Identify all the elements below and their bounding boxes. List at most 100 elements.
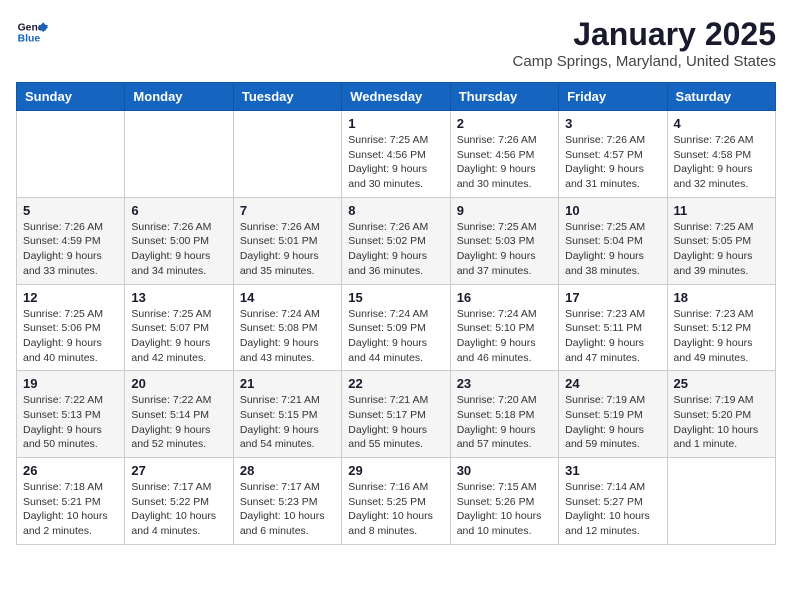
day-number: 9 [457, 203, 552, 218]
day-number: 30 [457, 463, 552, 478]
day-number: 15 [348, 290, 443, 305]
day-info: Sunrise: 7:16 AM Sunset: 5:25 PM Dayligh… [348, 480, 443, 539]
day-info: Sunrise: 7:26 AM Sunset: 4:57 PM Dayligh… [565, 133, 660, 192]
day-number: 31 [565, 463, 660, 478]
calendar-cell: 4Sunrise: 7:26 AM Sunset: 4:58 PM Daylig… [667, 111, 775, 198]
calendar-cell: 14 Sunrise: 7:24 AM Sunset: 5:08 PM Dayli… [233, 284, 341, 371]
calendar-cell [233, 111, 341, 198]
day-number: 3 [565, 116, 660, 131]
month-title: January 2025 [513, 16, 776, 53]
calendar-week-row: 12 Sunrise: 7:25 AM Sunset: 5:06 PM Dayli… [17, 284, 776, 371]
location: Camp Springs, Maryland, United States [513, 53, 776, 70]
day-info: Sunrise: 7:23 AM Sunset: 5:12 PM Dayligh… [674, 307, 769, 366]
day-info: Sunrise: 7:24 AM Sunset: 5:09 PM Dayligh… [348, 307, 443, 366]
day-number: 29 [348, 463, 443, 478]
calendar-cell: 8Sunrise: 7:26 AM Sunset: 5:02 PM Daylig… [342, 197, 450, 284]
day-info: Sunrise: 7:17 AM Sunset: 5:22 PM Dayligh… [131, 480, 226, 539]
day-number: 21 [240, 376, 335, 391]
day-info: Sunrise: 7:22 AM Sunset: 5:13 PM Dayligh… [23, 393, 118, 452]
day-number: 1 [348, 116, 443, 131]
calendar-cell: 3 Sunrise: 7:26 AM Sunset: 4:57 PM Daylig… [559, 111, 667, 198]
day-info: Sunrise: 7:26 AM Sunset: 4:58 PM Dayligh… [674, 133, 769, 192]
calendar-cell: 2 Sunrise: 7:26 AM Sunset: 4:56 PM Daylig… [450, 111, 558, 198]
weekday-header: Friday [559, 83, 667, 111]
weekday-header: Saturday [667, 83, 775, 111]
calendar-cell: 6Sunrise: 7:26 AM Sunset: 5:00 PM Daylig… [125, 197, 233, 284]
day-info: Sunrise: 7:21 AM Sunset: 5:15 PM Dayligh… [240, 393, 335, 452]
calendar-cell: 16 Sunrise: 7:24 AM Sunset: 5:10 PM Dayli… [450, 284, 558, 371]
day-number: 18 [674, 290, 769, 305]
day-number: 17 [565, 290, 660, 305]
day-info: Sunrise: 7:25 AM Sunset: 5:05 PM Dayligh… [674, 220, 769, 279]
day-number: 26 [23, 463, 118, 478]
day-info: Sunrise: 7:26 AM Sunset: 5:00 PM Dayligh… [131, 220, 226, 279]
day-info: Sunrise: 7:20 AM Sunset: 5:18 PM Dayligh… [457, 393, 552, 452]
day-number: 25 [674, 376, 769, 391]
calendar-cell [667, 458, 775, 545]
day-number: 2 [457, 116, 552, 131]
day-info: Sunrise: 7:26 AM Sunset: 4:59 PM Dayligh… [23, 220, 118, 279]
logo: General Blue [16, 16, 48, 48]
logo-icon: General Blue [16, 16, 48, 48]
day-info: Sunrise: 7:25 AM Sunset: 5:03 PM Dayligh… [457, 220, 552, 279]
day-number: 10 [565, 203, 660, 218]
day-info: Sunrise: 7:24 AM Sunset: 5:10 PM Dayligh… [457, 307, 552, 366]
day-number: 13 [131, 290, 226, 305]
title-block: January 2025 Camp Springs, Maryland, Uni… [513, 16, 776, 70]
day-info: Sunrise: 7:21 AM Sunset: 5:17 PM Dayligh… [348, 393, 443, 452]
day-info: Sunrise: 7:25 AM Sunset: 4:56 PM Dayligh… [348, 133, 443, 192]
calendar-cell: 23 Sunrise: 7:20 AM Sunset: 5:18 PM Dayli… [450, 371, 558, 458]
day-info: Sunrise: 7:26 AM Sunset: 5:01 PM Dayligh… [240, 220, 335, 279]
day-number: 7 [240, 203, 335, 218]
day-number: 28 [240, 463, 335, 478]
day-number: 27 [131, 463, 226, 478]
day-info: Sunrise: 7:23 AM Sunset: 5:11 PM Dayligh… [565, 307, 660, 366]
weekday-header: Thursday [450, 83, 558, 111]
day-number: 11 [674, 203, 769, 218]
calendar-cell: 26Sunrise: 7:18 AM Sunset: 5:21 PM Dayli… [17, 458, 125, 545]
day-info: Sunrise: 7:24 AM Sunset: 5:08 PM Dayligh… [240, 307, 335, 366]
calendar-week-row: 26Sunrise: 7:18 AM Sunset: 5:21 PM Dayli… [17, 458, 776, 545]
day-number: 24 [565, 376, 660, 391]
day-number: 8 [348, 203, 443, 218]
calendar-cell: 9 Sunrise: 7:25 AM Sunset: 5:03 PM Daylig… [450, 197, 558, 284]
calendar-cell: 12 Sunrise: 7:25 AM Sunset: 5:06 PM Dayli… [17, 284, 125, 371]
day-info: Sunrise: 7:19 AM Sunset: 5:19 PM Dayligh… [565, 393, 660, 452]
calendar-cell: 31Sunrise: 7:14 AM Sunset: 5:27 PM Dayli… [559, 458, 667, 545]
calendar-week-row: 1 Sunrise: 7:25 AM Sunset: 4:56 PM Daylig… [17, 111, 776, 198]
calendar-cell: 22Sunrise: 7:21 AM Sunset: 5:17 PM Dayli… [342, 371, 450, 458]
day-info: Sunrise: 7:25 AM Sunset: 5:06 PM Dayligh… [23, 307, 118, 366]
calendar-cell: 25 Sunrise: 7:19 AM Sunset: 5:20 PM Dayli… [667, 371, 775, 458]
calendar-table: SundayMondayTuesdayWednesdayThursdayFrid… [16, 82, 776, 545]
day-info: Sunrise: 7:25 AM Sunset: 5:07 PM Dayligh… [131, 307, 226, 366]
calendar-cell: 10 Sunrise: 7:25 AM Sunset: 5:04 PM Dayli… [559, 197, 667, 284]
calendar-cell: 19Sunrise: 7:22 AM Sunset: 5:13 PM Dayli… [17, 371, 125, 458]
day-number: 14 [240, 290, 335, 305]
day-number: 16 [457, 290, 552, 305]
calendar-cell: 1 Sunrise: 7:25 AM Sunset: 4:56 PM Daylig… [342, 111, 450, 198]
calendar-cell: 5 Sunrise: 7:26 AM Sunset: 4:59 PM Daylig… [17, 197, 125, 284]
calendar-week-row: 5 Sunrise: 7:26 AM Sunset: 4:59 PM Daylig… [17, 197, 776, 284]
weekday-header: Sunday [17, 83, 125, 111]
calendar-cell: 27 Sunrise: 7:17 AM Sunset: 5:22 PM Dayli… [125, 458, 233, 545]
calendar-cell: 7 Sunrise: 7:26 AM Sunset: 5:01 PM Daylig… [233, 197, 341, 284]
calendar-week-row: 19Sunrise: 7:22 AM Sunset: 5:13 PM Dayli… [17, 371, 776, 458]
calendar-cell: 15 Sunrise: 7:24 AM Sunset: 5:09 PM Dayli… [342, 284, 450, 371]
day-info: Sunrise: 7:26 AM Sunset: 4:56 PM Dayligh… [457, 133, 552, 192]
calendar-cell: 24 Sunrise: 7:19 AM Sunset: 5:19 PM Dayli… [559, 371, 667, 458]
calendar-cell [17, 111, 125, 198]
svg-text:Blue: Blue [18, 34, 41, 45]
day-number: 5 [23, 203, 118, 218]
calendar-cell [125, 111, 233, 198]
weekday-header: Wednesday [342, 83, 450, 111]
calendar-cell: 20Sunrise: 7:22 AM Sunset: 5:14 PM Dayli… [125, 371, 233, 458]
page-header: General Blue January 2025 Camp Springs, … [16, 16, 776, 70]
day-info: Sunrise: 7:25 AM Sunset: 5:04 PM Dayligh… [565, 220, 660, 279]
day-info: Sunrise: 7:15 AM Sunset: 5:26 PM Dayligh… [457, 480, 552, 539]
day-number: 20 [131, 376, 226, 391]
calendar-cell: 28Sunrise: 7:17 AM Sunset: 5:23 PM Dayli… [233, 458, 341, 545]
calendar-cell: 18 Sunrise: 7:23 AM Sunset: 5:12 PM Dayli… [667, 284, 775, 371]
day-number: 12 [23, 290, 118, 305]
day-number: 23 [457, 376, 552, 391]
day-info: Sunrise: 7:19 AM Sunset: 5:20 PM Dayligh… [674, 393, 769, 452]
